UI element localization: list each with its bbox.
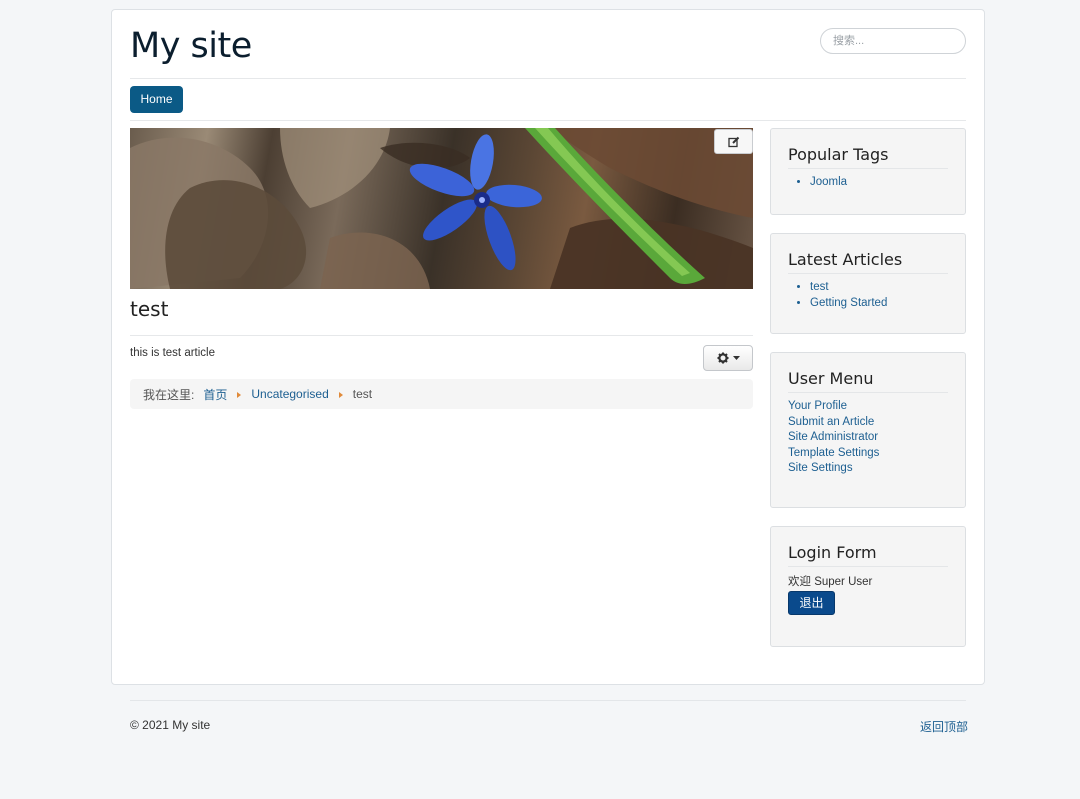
site-title[interactable]: My site (130, 26, 252, 66)
latest-articles-module: Latest Articles test Getting Started (770, 233, 966, 334)
back-to-top-link[interactable]: 返回顶部 (920, 718, 968, 735)
article-title[interactable]: test (130, 297, 168, 321)
popular-tags-module: Popular Tags Joomla (770, 128, 966, 215)
article-body: this is test article (130, 347, 215, 359)
page-container: My site Home (111, 9, 985, 685)
user-menu-item[interactable]: Template Settings (788, 446, 948, 462)
latest-article-link[interactable]: Getting Started (810, 297, 887, 309)
list-item: Getting Started (810, 296, 948, 312)
user-menu-item[interactable]: Your Profile (788, 399, 948, 415)
user-menu-title: User Menu (788, 369, 948, 393)
copyright-text: © 2021 My site (130, 718, 211, 732)
article-tools-button[interactable] (703, 345, 753, 371)
list-item: test (810, 280, 948, 296)
latest-article-link[interactable]: test (810, 281, 829, 293)
user-menu-item[interactable]: Site Settings (788, 461, 948, 477)
user-menu-item[interactable]: Site Administrator (788, 430, 948, 446)
tag-link[interactable]: Joomla (810, 176, 847, 188)
breadcrumb-label: 我在这里: (143, 387, 195, 402)
breadcrumb-separator-icon (237, 392, 242, 398)
gear-icon (717, 352, 728, 364)
latest-articles-title: Latest Articles (788, 250, 948, 274)
logout-button[interactable]: 退出 (788, 591, 835, 615)
user-menu-item[interactable]: Submit an Article (788, 415, 948, 431)
nav-item-home[interactable]: Home (130, 86, 183, 113)
caret-down-icon (732, 356, 740, 360)
edit-button[interactable] (714, 129, 753, 154)
footer-divider (130, 700, 966, 701)
article-image (130, 128, 753, 289)
greeting-text: 欢迎 Super User (788, 576, 873, 588)
popular-tags-title: Popular Tags (788, 145, 948, 169)
login-form-title: Login Form (788, 543, 948, 567)
nav-divider (130, 120, 966, 121)
breadcrumb-separator-icon (338, 392, 343, 398)
article-title-divider (130, 335, 753, 336)
header-divider (130, 78, 966, 79)
breadcrumb-category-link[interactable]: Uncategorised (251, 387, 328, 401)
breadcrumb-current: test (352, 387, 373, 401)
user-menu-module: User Menu Your Profile Submit an Article… (770, 352, 966, 508)
breadcrumb-home-link[interactable]: 首页 (203, 386, 227, 403)
breadcrumb: 我在这里: 首页 Uncategorised test (130, 379, 753, 409)
search-input[interactable] (820, 28, 966, 54)
edit-icon (727, 136, 739, 147)
list-item: Joomla (810, 175, 948, 191)
login-form-module: Login Form 欢迎 Super User 退出 (770, 526, 966, 647)
